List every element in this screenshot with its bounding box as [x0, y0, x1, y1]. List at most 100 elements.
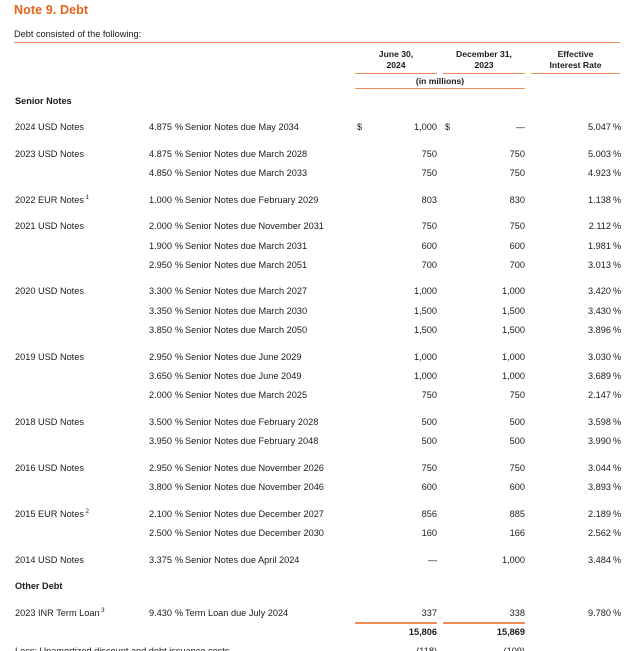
row-label: 2015 EUR Notes 2 — [15, 507, 89, 519]
value-december-2023: 700 — [509, 259, 525, 270]
value-december-2023: 750 — [509, 168, 525, 179]
instrument-description: Term Loan due July 2024 — [185, 607, 289, 618]
effective-interest-rate: 2.189 — [588, 508, 611, 519]
instrument-description: Senior Notes due March 2030 — [185, 305, 308, 316]
table-row: 2016 USD Notes 2.950% Senior Notes due Nov… — [0, 458, 640, 477]
units-label: (in millions) — [415, 76, 465, 86]
coupon-percent-sign: % — [175, 508, 184, 519]
row-label: 2018 USD Notes — [15, 416, 84, 427]
coupon-rate: 3.500 — [149, 416, 172, 427]
coupon-rate: 3.650 — [149, 371, 172, 382]
value-december-2023: 600 — [509, 240, 525, 251]
effective-interest-rate: 3.990 — [588, 436, 611, 447]
value-june-2024: 1,000 — [414, 371, 437, 382]
column-header-effective-interest-rate: Effective Interest Rate — [531, 49, 620, 70]
value-june-2024: 803 — [421, 194, 437, 205]
coupon-percent-sign: % — [175, 194, 184, 205]
rate-percent-sign: % — [613, 325, 622, 336]
value-june-2024: 1,000 — [414, 286, 437, 297]
instrument-description: Senior Notes due December 2030 — [185, 528, 324, 539]
value-december-2023: 166 — [509, 528, 525, 539]
value-june-2024: 750 — [421, 221, 437, 232]
rate-percent-sign: % — [613, 194, 622, 205]
row-label: 2023 USD Notes — [15, 148, 84, 159]
effective-interest-rate: 4.923 — [588, 168, 611, 179]
rate-percent-sign: % — [613, 168, 622, 179]
rate-percent-sign: % — [613, 508, 622, 519]
value-june-2024: 15,806 — [408, 627, 437, 638]
rate-percent-sign: % — [613, 122, 622, 133]
row-label: 2016 USD Notes — [15, 462, 84, 473]
coupon-rate: 2.950 — [149, 351, 172, 362]
effective-interest-rate: 3.598 — [588, 416, 611, 427]
value-december-2023: 750 — [509, 148, 525, 159]
instrument-description: Senior Notes due March 2025 — [185, 390, 308, 401]
row-label: 2024 USD Notes — [15, 122, 84, 133]
footnote-marker: 2 — [85, 507, 89, 515]
instrument-description: Senior Notes due March 2028 — [185, 148, 308, 159]
value-june-2024: 750 — [421, 390, 437, 401]
effective-interest-rate: 2.562 — [588, 528, 611, 539]
table-top-rule — [14, 42, 620, 44]
header-line-2: 2023 — [474, 59, 494, 70]
table-row: 2018 USD Notes 3.500% Senior Notes due Feb… — [0, 412, 640, 431]
coupon-rate: 3.850 — [149, 325, 172, 336]
coupon-percent-sign: % — [175, 554, 184, 565]
rate-percent-sign: % — [613, 286, 622, 297]
effective-interest-rate: 3.044 — [588, 462, 611, 473]
rate-percent-sign: % — [613, 221, 622, 232]
table-row: 3.950% Senior Notes due February 2048 500 5… — [0, 432, 640, 451]
rate-percent-sign: % — [613, 240, 622, 251]
coupon-percent-sign: % — [175, 286, 184, 297]
instrument-description: Senior Notes due February 2048 — [185, 436, 319, 447]
value-december-2023: 600 — [509, 482, 525, 493]
instrument-description: Senior Notes due February 2028 — [185, 416, 319, 427]
table-row: 2.500% Senior Notes due December 2030 160 1… — [0, 523, 640, 542]
rate-percent-sign: % — [613, 351, 622, 362]
coupon-percent-sign: % — [175, 462, 184, 473]
value-june-2024: 500 — [421, 416, 437, 427]
subtotal-rule — [355, 622, 437, 624]
header-underline-col1 — [355, 73, 437, 75]
header-line-2: 2024 — [386, 59, 406, 70]
table-row: 3.350% Senior Notes due March 2030 1,500 1,… — [0, 301, 640, 320]
table-row: 3.850% Senior Notes due March 2050 1,500 1,… — [0, 321, 640, 340]
currency-symbol-col2: $ — [445, 122, 451, 133]
value-june-2024: 1,000 — [414, 122, 437, 133]
coupon-rate: 2.500 — [149, 528, 172, 539]
value-december-2023: 1,000 — [502, 286, 525, 297]
header-underline-col3 — [531, 73, 620, 75]
header-line-1: Effective — [557, 49, 594, 59]
instrument-description: Senior Notes due March 2031 — [185, 240, 308, 251]
table-row: 2019 USD Notes 2.950% Senior Notes due Jun… — [0, 347, 640, 366]
units-underline — [355, 88, 525, 90]
rate-percent-sign: % — [613, 416, 622, 427]
coupon-rate: 4.875 — [149, 122, 172, 133]
value-june-2024: 337 — [421, 607, 437, 618]
coupon-rate: 9.430 — [149, 607, 172, 618]
instrument-description: Senior Notes due March 2050 — [185, 325, 308, 336]
footnote-marker: 1 — [85, 193, 89, 201]
row-label: 2021 USD Notes — [15, 221, 84, 232]
effective-interest-rate: 3.013 — [588, 259, 611, 270]
value-june-2024: 160 — [421, 528, 437, 539]
row-label: 2020 USD Notes — [15, 286, 84, 297]
table-row: Less: Unamortized discount and debt issu… — [0, 642, 640, 651]
table-row: 2020 USD Notes 3.300% Senior Notes due Mar… — [0, 282, 640, 301]
coupon-rate: 4.850 — [149, 168, 172, 179]
column-header-june-2024: June 30, 2024 — [355, 49, 437, 70]
row-label: 2022 EUR Notes 1 — [15, 193, 89, 205]
page-title: Note 9. Debt — [14, 3, 89, 17]
value-december-2023: 15,869 — [496, 627, 525, 638]
coupon-rate: 3.800 — [149, 482, 172, 493]
table-row: 2024 USD Notes 4.875% Senior Notes due May… — [0, 118, 640, 137]
coupon-percent-sign: % — [175, 390, 184, 401]
effective-interest-rate: 5.047 — [588, 122, 611, 133]
section-heading-row: Other Debt — [0, 577, 640, 596]
effective-interest-rate: 1.981 — [588, 240, 611, 251]
value-december-2023: (109) — [458, 646, 525, 651]
value-june-2024: 750 — [421, 168, 437, 179]
table-row: 2.000% Senior Notes due March 2025 750 750 2… — [0, 386, 640, 405]
coupon-rate: 3.375 — [149, 554, 172, 565]
instrument-description: Senior Notes due November 2046 — [185, 482, 324, 493]
